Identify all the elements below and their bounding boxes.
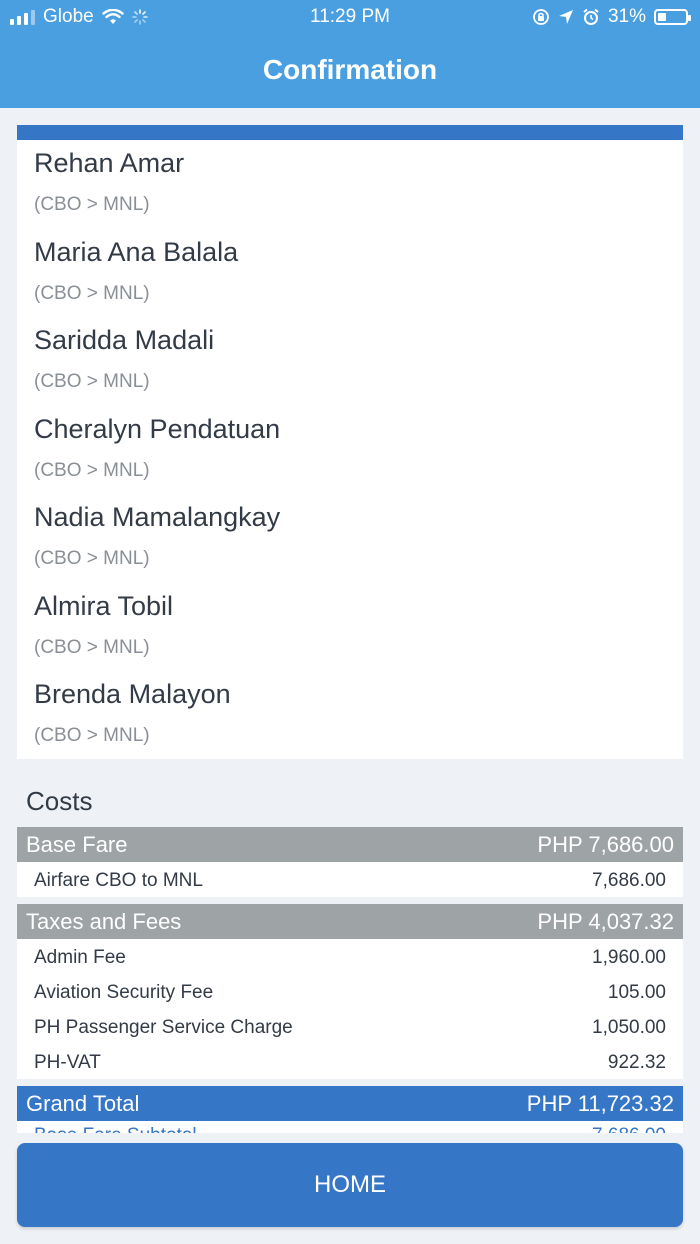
taxes-header: Taxes and Fees PHP 4,037.32 [17, 904, 683, 939]
cost-label: PH Passenger Service Charge [34, 1017, 293, 1038]
passenger-card: Rehan Amar (CBO > MNL) Maria Ana Balala … [17, 125, 683, 759]
battery-icon [654, 9, 691, 25]
passenger-item: Brenda Malayon (CBO > MNL) [17, 671, 683, 760]
cost-label: Admin Fee [34, 947, 126, 968]
status-bar: Globe 11:29 PM 31% [0, 0, 700, 36]
cost-label: Airfare CBO to MNL [34, 870, 203, 891]
passenger-route: (CBO > MNL) [34, 282, 150, 304]
cost-row: PH-VAT 922.32 [17, 1044, 683, 1079]
card-accent-bar [17, 125, 683, 140]
cost-value: 1,960.00 [592, 947, 666, 968]
battery-percentage: 31% [607, 6, 646, 27]
cost-value: 922.32 [607, 1052, 666, 1073]
app-header: Globe 11:29 PM 31% Confirmation [0, 0, 700, 108]
passenger-route: (CBO > MNL) [34, 194, 150, 215]
cost-label: Base Fare Subtotal [34, 1125, 197, 1133]
passenger-name: Brenda Malayon [34, 679, 231, 709]
passenger-route: (CBO > MNL) [34, 371, 150, 392]
location-arrow-icon [558, 10, 573, 24]
taxes-label: Taxes and Fees [26, 909, 182, 934]
base-fare-label: Base Fare [26, 832, 128, 857]
cost-value: 7,686.00 [592, 1125, 666, 1133]
taxes-rows: Admin Fee 1,960.00 Aviation Security Fee… [17, 939, 683, 1079]
passenger-route: (CBO > MNL) [34, 548, 150, 569]
passenger-name: Nadia Mamalangkay [34, 502, 281, 532]
cost-value: 1,050.00 [592, 1017, 666, 1038]
cost-label: Aviation Security Fee [34, 982, 214, 1003]
passenger-name: Saridda Madali [34, 325, 215, 355]
cost-value: 7,686.00 [592, 870, 666, 891]
cost-row: Airfare CBO to MNL 7,686.00 [17, 862, 683, 897]
grand-total-label: Grand Total [26, 1091, 140, 1116]
cost-label: PH-VAT [34, 1052, 101, 1073]
grand-total-value: PHP 11,723.32 [526, 1091, 674, 1116]
passenger-item: Nadia Mamalangkay (CBO > MNL) [17, 494, 683, 583]
cost-value: 105.00 [607, 982, 666, 1003]
taxes-total: PHP 4,037.32 [537, 909, 674, 934]
passenger-route: (CBO > MNL) [34, 636, 150, 658]
grand-total-first-row: Base Fare Subtotal 7,686.00 [17, 1121, 683, 1133]
passenger-item: Maria Ana Balala (CBO > MNL) [17, 229, 683, 318]
base-fare-total: PHP 7,686.00 [537, 832, 674, 857]
alarm-icon [583, 8, 599, 25]
passenger-item: Cheralyn Pendatuan (CBO > MNL) [17, 406, 683, 495]
page-title: Confirmation [262, 54, 438, 85]
passenger-name: Cheralyn Pendatuan [34, 413, 281, 444]
orientation-lock-icon [533, 9, 549, 25]
passenger-item: Rehan Amar (CBO > MNL) [17, 140, 683, 229]
passenger-name: Rehan Amar [34, 148, 185, 178]
cost-row: PH Passenger Service Charge 1,050.00 [17, 1009, 683, 1044]
passenger-name: Maria Ana Balala [34, 236, 239, 267]
base-fare-header: Base Fare PHP 7,686.00 [17, 827, 683, 862]
cost-row: Admin Fee 1,960.00 [17, 939, 683, 974]
passenger-route: (CBO > MNL) [34, 459, 150, 481]
passenger-name: Almira Tobil [34, 590, 174, 621]
home-button[interactable]: HOME [17, 1143, 683, 1227]
cost-row: Aviation Security Fee 105.00 [17, 974, 683, 1009]
passenger-route: (CBO > MNL) [34, 725, 150, 746]
passenger-item: Almira Tobil (CBO > MNL) [17, 583, 683, 672]
costs-heading: Costs [26, 786, 93, 816]
base-fare-rows: Airfare CBO to MNL 7,686.00 [17, 862, 683, 897]
grand-total-header: Grand Total PHP 11,723.32 [17, 1086, 683, 1121]
passenger-item: Saridda Madali (CBO > MNL) [17, 317, 683, 406]
